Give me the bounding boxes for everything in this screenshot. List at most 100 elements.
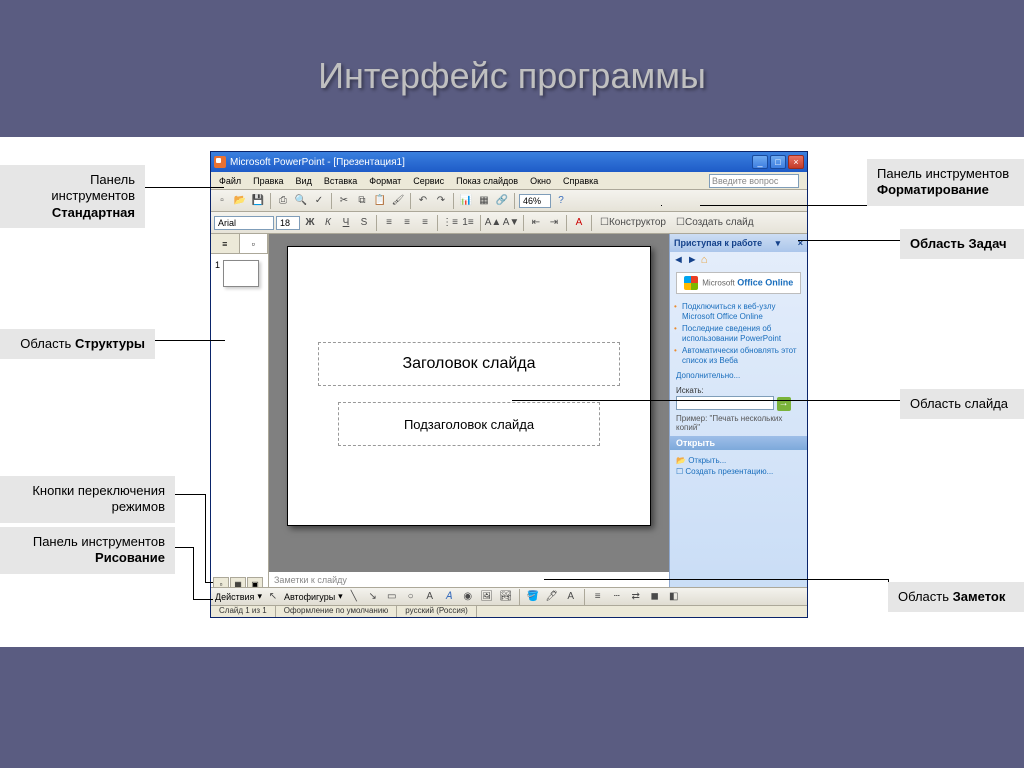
page-title: Интерфейс программы bbox=[0, 0, 1024, 137]
leader-line bbox=[155, 340, 225, 341]
font-color-icon[interactable]: A bbox=[563, 589, 579, 605]
menu-tools[interactable]: Сервис bbox=[407, 174, 450, 188]
home-icon[interactable]: ⌂ bbox=[701, 254, 708, 266]
numbering-icon[interactable]: 1≡ bbox=[460, 215, 476, 231]
textbox-icon[interactable]: A bbox=[422, 589, 438, 605]
underline-icon[interactable]: Ч bbox=[338, 215, 354, 231]
close-button[interactable]: × bbox=[788, 155, 804, 169]
slides-tab[interactable]: ▫ bbox=[240, 234, 269, 253]
menu-file[interactable]: Файл bbox=[213, 174, 247, 188]
menu-view[interactable]: Вид bbox=[290, 174, 318, 188]
align-left-icon[interactable]: ≡ bbox=[381, 215, 397, 231]
leader-line bbox=[700, 205, 876, 206]
menu-edit[interactable]: Правка bbox=[247, 174, 289, 188]
print-icon[interactable]: ⎙ bbox=[275, 193, 291, 209]
diagram-canvas: Панель инструментовСтандартная Область С… bbox=[0, 137, 1024, 647]
wordart-icon[interactable]: 𝐴 bbox=[441, 589, 457, 605]
font-name-box[interactable]: Arial bbox=[214, 216, 274, 230]
office-logo-icon bbox=[684, 276, 698, 290]
line-icon[interactable]: ╲ bbox=[346, 589, 362, 605]
tp-more-link[interactable]: Дополнительно... bbox=[670, 371, 807, 384]
font-size-box[interactable]: 18 bbox=[276, 216, 300, 230]
office-online-box[interactable]: Microsoft Office Online bbox=[676, 272, 801, 294]
dash-style-icon[interactable]: ┄ bbox=[609, 589, 625, 605]
zoom-box[interactable]: 46% bbox=[519, 194, 551, 208]
callout-draw-toolbar: Панель инструментовРисование bbox=[0, 527, 175, 574]
decrease-indent-icon[interactable]: ⇤ bbox=[528, 215, 544, 231]
align-right-icon[interactable]: ≡ bbox=[417, 215, 433, 231]
diagram-icon[interactable]: ◉ bbox=[460, 589, 476, 605]
paste-icon[interactable]: 📋 bbox=[372, 193, 388, 209]
open-link[interactable]: 📂 Открыть... bbox=[676, 456, 801, 465]
slide-thumbnail[interactable]: 1 bbox=[215, 260, 264, 287]
help-icon[interactable]: ? bbox=[553, 193, 569, 209]
bullets-icon[interactable]: ⋮≡ bbox=[442, 215, 458, 231]
increase-font-icon[interactable]: A▲ bbox=[485, 215, 501, 231]
rectangle-icon[interactable]: ▭ bbox=[384, 589, 400, 605]
oval-icon[interactable]: ○ bbox=[403, 589, 419, 605]
leader-line bbox=[205, 582, 213, 583]
ask-input[interactable] bbox=[709, 174, 799, 188]
title-placeholder[interactable]: Заголовок слайда bbox=[318, 342, 620, 386]
taskpane-dropdown-icon[interactable]: ▾ bbox=[776, 238, 781, 249]
redo-icon[interactable]: ↷ bbox=[433, 193, 449, 209]
cut-icon[interactable]: ✂ bbox=[336, 193, 352, 209]
3d-style-icon[interactable]: ◧ bbox=[666, 589, 682, 605]
italic-icon[interactable]: К bbox=[320, 215, 336, 231]
font-color-icon[interactable]: A bbox=[571, 215, 587, 231]
copy-icon[interactable]: ⧉ bbox=[354, 193, 370, 209]
decrease-font-icon[interactable]: A▼ bbox=[503, 215, 519, 231]
hyperlink-icon[interactable]: 🔗 bbox=[494, 193, 510, 209]
increase-indent-icon[interactable]: ⇥ bbox=[546, 215, 562, 231]
new-slide-button[interactable]: ☐ Создать слайд bbox=[672, 215, 758, 231]
shadow-style-icon[interactable]: ◼ bbox=[647, 589, 663, 605]
menu-format[interactable]: Формат bbox=[363, 174, 407, 188]
save-icon[interactable]: 💾 bbox=[250, 193, 266, 209]
line-style-icon[interactable]: ≡ bbox=[590, 589, 606, 605]
subtitle-placeholder[interactable]: Подзаголовок слайда bbox=[338, 402, 600, 446]
undo-icon[interactable]: ↶ bbox=[415, 193, 431, 209]
ask-box[interactable] bbox=[703, 172, 805, 190]
search-go-button[interactable]: → bbox=[777, 397, 791, 411]
draw-actions-button[interactable]: Действия bbox=[215, 592, 254, 602]
callout-task-area: Область Задач bbox=[900, 229, 1024, 259]
thumbnail-image bbox=[223, 260, 259, 287]
arrow-icon[interactable]: ↘ bbox=[365, 589, 381, 605]
open-icon[interactable]: 📂 bbox=[232, 193, 248, 209]
align-center-icon[interactable]: ≡ bbox=[399, 215, 415, 231]
maximize-button[interactable]: □ bbox=[770, 155, 786, 169]
titlebar[interactable]: Microsoft PowerPoint - [Презентация1] _ … bbox=[211, 152, 807, 172]
tp-link[interactable]: Последние сведения об использовании Powe… bbox=[682, 324, 803, 343]
menu-window[interactable]: Окно bbox=[524, 174, 557, 188]
create-presentation-link[interactable]: ☐ Создать презентацию... bbox=[676, 467, 801, 476]
table-icon[interactable]: ▦ bbox=[476, 193, 492, 209]
slide-canvas[interactable]: Заголовок слайда Подзаголовок слайда bbox=[287, 246, 651, 526]
arrow-style-icon[interactable]: ⇄ bbox=[628, 589, 644, 605]
taskpane-search-input[interactable] bbox=[676, 396, 774, 410]
format-painter-icon[interactable]: 🖌 bbox=[390, 193, 406, 209]
bold-icon[interactable]: Ж bbox=[302, 215, 318, 231]
back-icon[interactable]: ◄ bbox=[673, 254, 684, 266]
design-button[interactable]: ☐ Конструктор bbox=[596, 215, 670, 231]
chart-icon[interactable]: 📊 bbox=[458, 193, 474, 209]
callout-notes-area: Область Заметок bbox=[888, 582, 1024, 612]
menu-slideshow[interactable]: Показ слайдов bbox=[450, 174, 524, 188]
menu-help[interactable]: Справка bbox=[557, 174, 604, 188]
shadow-icon[interactable]: S bbox=[356, 215, 372, 231]
outline-tab[interactable]: ≡ bbox=[211, 234, 240, 253]
preview-icon[interactable]: 🔍 bbox=[293, 193, 309, 209]
clipart-icon[interactable]: 🖼 bbox=[479, 589, 495, 605]
autoshapes-button[interactable]: Автофигуры bbox=[284, 592, 335, 602]
forward-icon[interactable]: ► bbox=[687, 254, 698, 266]
menu-insert[interactable]: Вставка bbox=[318, 174, 363, 188]
tp-link[interactable]: Подключиться к веб-узлу Microsoft Office… bbox=[682, 302, 803, 321]
line-color-icon[interactable]: 🖊 bbox=[544, 589, 560, 605]
new-icon[interactable]: ▫ bbox=[214, 193, 230, 209]
spellcheck-icon[interactable]: ✓ bbox=[311, 193, 327, 209]
picture-icon[interactable]: 🏞 bbox=[498, 589, 514, 605]
taskpane-header[interactable]: Приступая к работе ▾ × bbox=[670, 234, 807, 252]
minimize-button[interactable]: _ bbox=[752, 155, 768, 169]
select-icon[interactable]: ↖ bbox=[265, 589, 281, 605]
tp-link[interactable]: Автоматически обновлять этот список из В… bbox=[682, 346, 803, 365]
fill-color-icon[interactable]: 🪣 bbox=[525, 589, 541, 605]
